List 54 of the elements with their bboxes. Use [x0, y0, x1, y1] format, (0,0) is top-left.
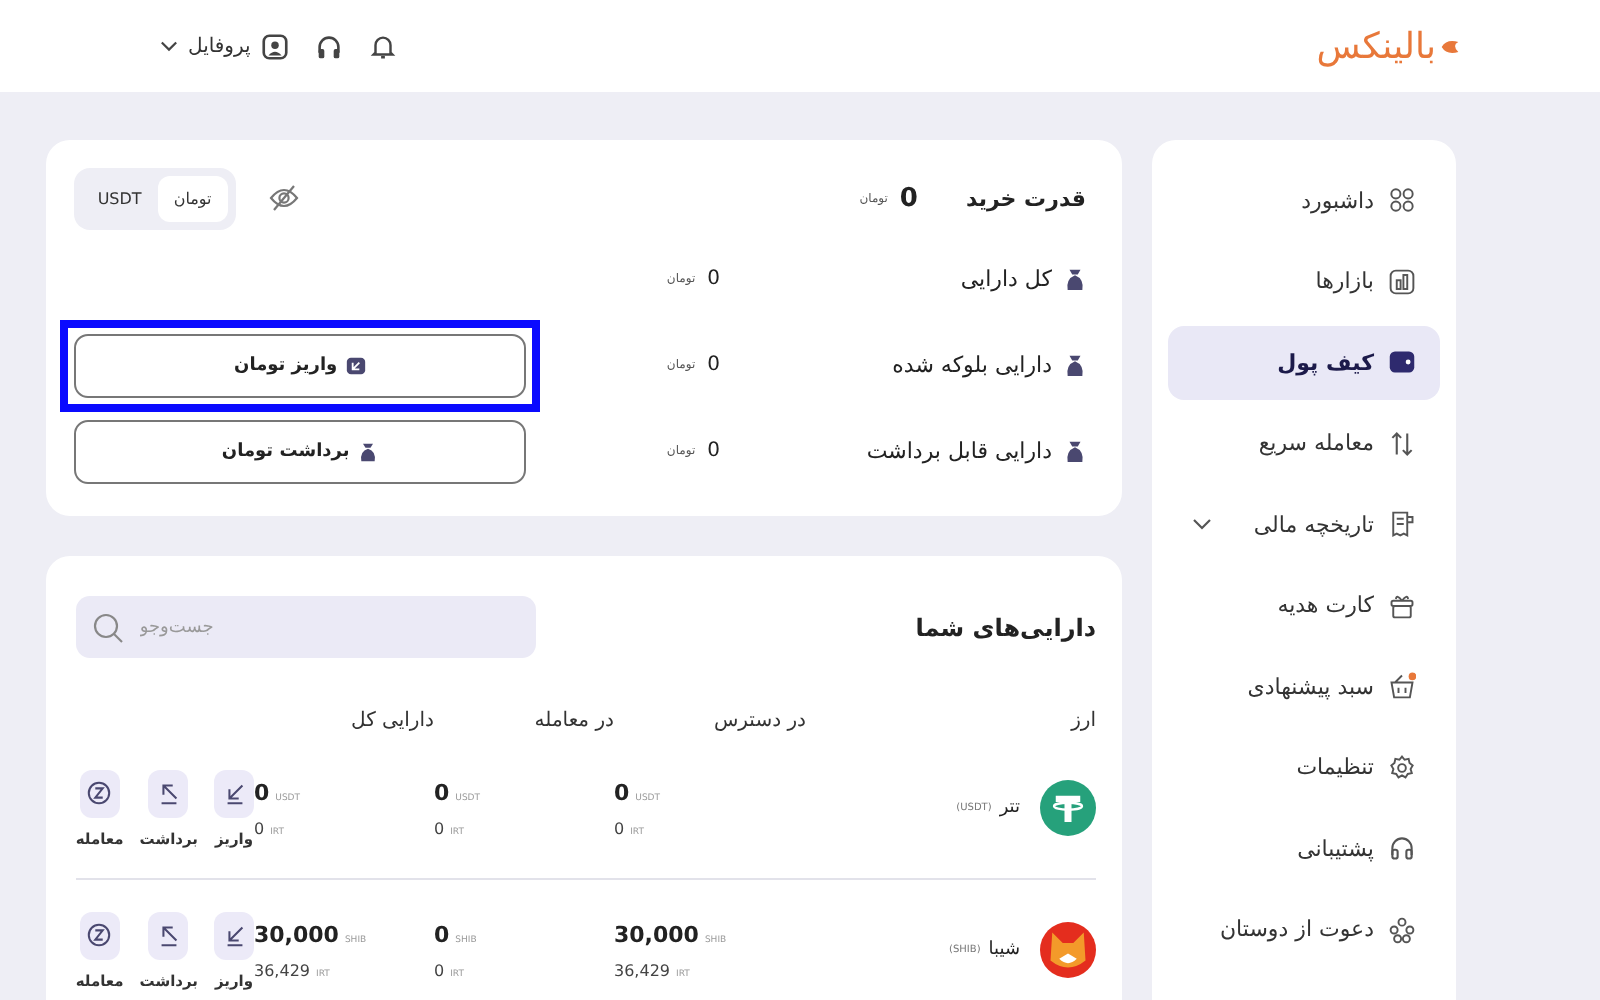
sidebar-item[interactable]: داشبورد: [1168, 164, 1440, 237]
column-header: در معامله: [532, 709, 614, 731]
amount: 30,000: [254, 921, 339, 947]
chevron-down-icon: [160, 40, 178, 52]
balance-value: 0: [707, 354, 720, 377]
bell-icon[interactable]: [368, 31, 399, 61]
amount: 30,000: [614, 921, 699, 947]
balance-value: 0: [707, 440, 720, 463]
currency-option[interactable]: تومان: [157, 175, 228, 221]
chevron-down-icon: [1192, 518, 1212, 531]
sidebar-item[interactable]: سبد پیشنهادی: [1168, 650, 1440, 723]
currency-option[interactable]: USDT: [81, 175, 158, 221]
amount: 0: [614, 779, 630, 805]
profile-menu[interactable]: پروفایل: [160, 31, 291, 61]
toman-value: 0: [434, 819, 445, 837]
sidebar-item[interactable]: معامله سریع: [1168, 407, 1440, 480]
balance-label: کل دارایی: [958, 265, 1052, 292]
money-bag-icon: [1064, 265, 1086, 292]
column-header: ارز: [1068, 709, 1096, 731]
column-header: دارایی کل: [349, 709, 434, 731]
action-button[interactable]: برداشت تومان: [73, 419, 526, 484]
money-bag-icon: [1064, 352, 1086, 379]
sidebar-item[interactable]: پشتیبانی: [1168, 812, 1440, 885]
sidebar-item[interactable]: تاریخچه مالی: [1168, 488, 1440, 561]
user-icon: [260, 31, 291, 61]
purchase-power-value: 0: [899, 183, 918, 213]
balance-value: 0: [707, 267, 720, 290]
toman-value: 0: [614, 819, 625, 837]
toman-value: 0: [254, 819, 265, 837]
sidebar-item[interactable]: تنظیمات: [1168, 731, 1440, 804]
balance-label: دارایی قابل برداشت: [864, 438, 1052, 465]
sidebar-item[interactable]: کیف پول: [1168, 326, 1440, 399]
action-button[interactable]: واریز تومان: [73, 333, 526, 398]
toman-value: 0: [434, 961, 445, 979]
section-title: دارایی‌های شما: [915, 613, 1096, 641]
coin-name: تتر: [999, 798, 1020, 818]
toman-value: 36,429: [614, 961, 670, 979]
search-field[interactable]: جست‌وجو: [75, 596, 536, 658]
amount: 0: [434, 779, 450, 805]
hide-balance-icon[interactable]: [267, 182, 300, 214]
search-icon: [91, 611, 124, 643]
toman-value: 36,429: [254, 961, 310, 979]
column-header: در دسترس: [711, 709, 806, 731]
amount: 0: [434, 921, 450, 947]
coin-name: شیبا: [988, 940, 1020, 960]
headset-icon[interactable]: [314, 31, 345, 61]
sidebar-item[interactable]: دعوت از دوستان: [1168, 893, 1440, 966]
logo-icon: [1440, 37, 1460, 55]
sidebar-item[interactable]: کارت هدیه: [1168, 569, 1440, 642]
amount: 0: [254, 779, 270, 805]
purchase-power-label: قدرت خرید: [965, 185, 1086, 211]
money-bag-icon: [1064, 438, 1086, 465]
balance-label: دارایی بلوکه شده: [890, 352, 1052, 379]
sidebar-item[interactable]: بازارها: [1168, 245, 1440, 318]
